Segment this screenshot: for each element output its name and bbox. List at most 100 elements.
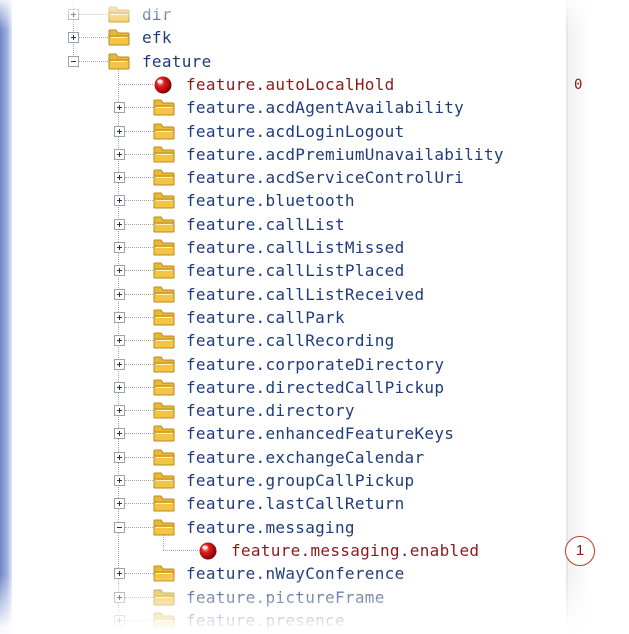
- node-label: feature.messaging.enabled: [231, 540, 480, 560]
- expand-icon[interactable]: [114, 381, 125, 393]
- node-label: feature.nWayConference: [186, 564, 405, 584]
- folder-icon: [153, 261, 175, 279]
- node-label: feature.exchangeCalendar: [186, 447, 425, 467]
- node-label: feature.directory: [186, 401, 355, 421]
- expand-icon[interactable]: [114, 265, 125, 277]
- node-label: feature.acdLoginLogout: [186, 121, 405, 141]
- tree-node-folder[interactable]: feature.exchangeCalendar: [0, 447, 629, 470]
- folder-icon: [153, 471, 175, 489]
- tree-node-folder[interactable]: feature.acdPremiumUnavailability: [0, 144, 629, 167]
- node-label: feature.callListPlaced: [186, 261, 405, 281]
- folder-icon: [153, 378, 175, 396]
- tree-node-folder[interactable]: feature.groupCallPickup: [0, 470, 629, 493]
- collapse-icon[interactable]: [114, 521, 125, 533]
- tree-node-folder[interactable]: feature.callList: [0, 214, 629, 237]
- tree-node-folder[interactable]: feature.lastCallReturn: [0, 493, 629, 516]
- tree-node-folder[interactable]: feature.nWayConference: [0, 563, 629, 586]
- expand-icon[interactable]: [114, 172, 125, 184]
- tree-node-folder[interactable]: feature.callListMissed: [0, 237, 629, 260]
- expand-icon[interactable]: [114, 335, 125, 347]
- tree-node-parameter[interactable]: feature.messaging.enabled: [0, 540, 629, 563]
- node-label: feature.acdAgentAvailability: [186, 98, 465, 118]
- folder-icon: [153, 494, 175, 512]
- folder-icon: [153, 401, 175, 419]
- node-label: feature.enhancedFeatureKeys: [186, 424, 455, 444]
- expand-icon[interactable]: [114, 148, 125, 160]
- tree-node-folder[interactable]: feature.callPark: [0, 307, 629, 330]
- folder-icon: [153, 448, 175, 466]
- expand-icon[interactable]: [114, 358, 125, 370]
- folder-icon: [153, 238, 175, 256]
- expand-icon[interactable]: [114, 405, 125, 417]
- folder-icon: [153, 611, 175, 629]
- expand-icon[interactable]: [114, 218, 125, 230]
- node-label: feature.presence: [186, 610, 345, 630]
- folder-icon: [153, 285, 175, 303]
- node-label: feature.groupCallPickup: [186, 471, 415, 490]
- folder-icon: [153, 564, 175, 582]
- node-label: feature.autoLocalHold: [186, 74, 395, 94]
- tree-node-folder[interactable]: feature.acdAgentAvailability: [0, 97, 629, 120]
- expand-icon[interactable]: [68, 9, 79, 20]
- node-label: dir: [142, 5, 172, 24]
- tree-node-folder[interactable]: feature.bluetooth: [0, 190, 629, 213]
- expand-icon[interactable]: [114, 102, 125, 114]
- folder-icon: [153, 191, 175, 209]
- tree-node-folder[interactable]: feature.presence: [0, 610, 629, 633]
- node-label: feature: [142, 51, 212, 71]
- node-label: feature.callPark: [186, 307, 345, 327]
- tree-node-folder[interactable]: feature.enhancedFeatureKeys: [0, 423, 629, 446]
- folder-icon: [153, 588, 175, 606]
- folder-icon: [153, 331, 175, 349]
- tree-node-folder[interactable]: feature.acdLoginLogout: [0, 121, 629, 144]
- tree-node-folder[interactable]: feature.callListReceived: [0, 284, 629, 307]
- tree-node-folder[interactable]: feature.acdServiceControlUri: [0, 167, 629, 190]
- folder-icon: [153, 215, 175, 233]
- tree-node-folder[interactable]: feature.directedCallPickup: [0, 377, 629, 400]
- node-label: feature.acdPremiumUnavailability: [186, 144, 504, 164]
- folder-icon: [153, 355, 175, 373]
- expand-icon[interactable]: [68, 32, 79, 44]
- expand-icon[interactable]: [114, 614, 125, 626]
- node-label: feature.directedCallPickup: [186, 377, 445, 397]
- expand-icon[interactable]: [114, 428, 125, 440]
- tree-node-folder[interactable]: feature.messaging: [0, 517, 629, 540]
- node-label: feature.callList: [186, 214, 345, 234]
- folder-icon: [153, 168, 175, 186]
- tree-node-parameter[interactable]: feature.autoLocalHold: [0, 74, 629, 97]
- expand-icon[interactable]: [114, 288, 125, 300]
- tree-node-folder[interactable]: feature.callRecording: [0, 330, 629, 353]
- node-label: feature.corporateDirectory: [186, 354, 445, 374]
- tree-node-folder[interactable]: efk: [0, 27, 629, 50]
- tree-node-folder[interactable]: feature.corporateDirectory: [0, 354, 629, 377]
- tree-node-folder[interactable]: feature.callListPlaced: [0, 260, 629, 283]
- node-label: feature.messaging: [186, 517, 355, 537]
- node-label: feature.callListMissed: [186, 238, 405, 257]
- folder-icon: [153, 308, 175, 326]
- folder-icon: [153, 424, 175, 442]
- expand-icon[interactable]: [114, 451, 125, 463]
- expand-icon[interactable]: [114, 195, 125, 207]
- collapse-icon[interactable]: [68, 55, 79, 67]
- node-label: feature.acdServiceControlUri: [186, 168, 465, 188]
- tree-node-folder[interactable]: feature: [0, 51, 629, 74]
- callout-badge: 1: [565, 535, 595, 566]
- node-label: feature.callListReceived: [186, 284, 425, 304]
- red-ball-icon: [198, 541, 218, 561]
- folder-icon: [108, 5, 130, 23]
- expand-icon[interactable]: [114, 475, 125, 486]
- expand-icon[interactable]: [114, 591, 125, 603]
- expand-icon[interactable]: [114, 125, 125, 137]
- tree-node-folder[interactable]: dir: [0, 4, 629, 27]
- expand-icon[interactable]: [114, 242, 125, 253]
- parameter-value: 0: [574, 76, 583, 93]
- expand-icon[interactable]: [114, 311, 125, 323]
- node-label: feature.lastCallReturn: [186, 494, 405, 514]
- expand-icon[interactable]: [114, 568, 125, 580]
- node-label: feature.pictureFrame: [186, 587, 385, 607]
- tree-node-folder[interactable]: feature.directory: [0, 400, 629, 423]
- folder-icon: [153, 122, 175, 140]
- red-ball-icon: [153, 75, 173, 95]
- tree-node-folder[interactable]: feature.pictureFrame: [0, 587, 629, 610]
- expand-icon[interactable]: [114, 498, 125, 510]
